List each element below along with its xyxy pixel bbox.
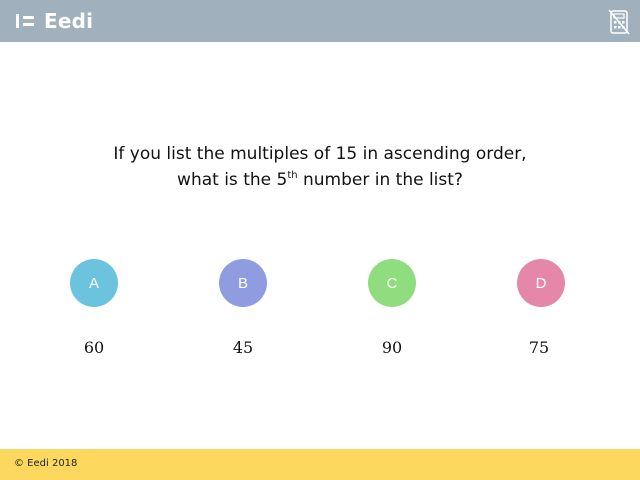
option-a-letter: A xyxy=(88,274,99,292)
header-bar: Eedi xyxy=(0,0,640,42)
copyright-text: © Eedi 2018 xyxy=(14,458,78,469)
option-c-button[interactable]: C xyxy=(368,259,416,307)
option-a-value: 60 xyxy=(83,338,105,357)
option-b-value: 45 xyxy=(232,338,254,357)
option-d-letter: D xyxy=(535,274,547,292)
question-superscript: th xyxy=(287,170,298,181)
option-c-value: 90 xyxy=(381,338,403,357)
question-text: If you list the multiples of 15 in ascen… xyxy=(100,141,540,193)
eedi-logo: Eedi xyxy=(16,8,93,34)
option-d-button[interactable]: D xyxy=(517,259,565,307)
footer-bar: © Eedi 2018 xyxy=(0,449,640,480)
no-calculator-icon xyxy=(608,9,630,35)
option-d-value: 75 xyxy=(528,338,550,357)
logo-text: Eedi xyxy=(44,9,94,33)
logo-mark-icon xyxy=(16,13,36,29)
question-text-end: number in the list? xyxy=(297,170,463,190)
option-a-button[interactable]: A xyxy=(70,259,118,307)
option-c-letter: C xyxy=(386,274,398,292)
option-b-letter: B xyxy=(237,274,248,292)
option-b-button[interactable]: B xyxy=(219,259,267,307)
